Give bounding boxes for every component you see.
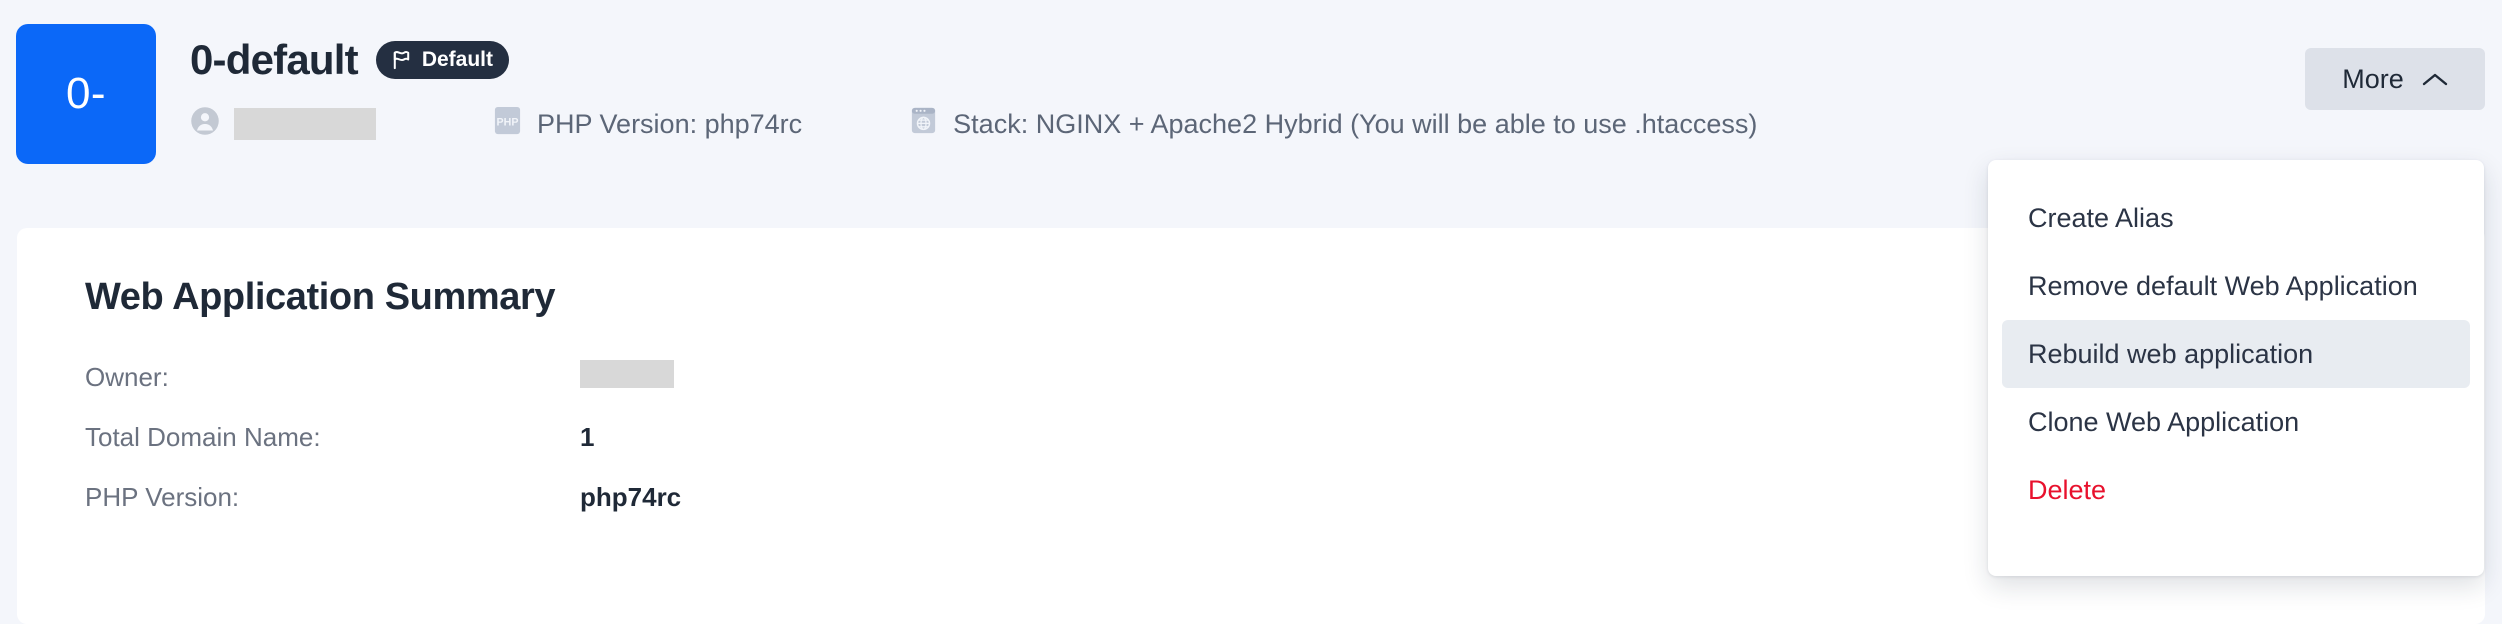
card-title: Web Application Summary <box>85 276 556 318</box>
summary-label: PHP Version: <box>85 481 240 512</box>
page-title: 0-default <box>190 36 359 83</box>
summary-row-owner: Owner: <box>85 353 1185 401</box>
globe-window-icon <box>908 105 939 143</box>
chevron-up-icon <box>2422 64 2448 95</box>
php-icon: PHP <box>492 105 523 143</box>
summary-value <box>580 359 674 395</box>
summary-value: php74rc <box>580 481 682 512</box>
app-logo: 0- <box>16 24 156 164</box>
meta-stack-label: Stack: NGINX + Apache2 Hybrid (You will … <box>953 108 1758 139</box>
menu-item-rebuild-web-application[interactable]: Rebuild web application <box>2002 320 2470 388</box>
summary-value: 1 <box>580 421 595 452</box>
summary-row-total-domain-name: Total Domain Name: 1 <box>85 413 1185 461</box>
title-row: 0-default Default <box>190 36 1757 84</box>
menu-item-label: Remove default Web Application <box>2028 270 2418 301</box>
more-dropdown-menu: Create Alias Remove default Web Applicat… <box>1988 160 2484 576</box>
more-button-label: More <box>2342 63 2404 94</box>
menu-item-create-alias[interactable]: Create Alias <box>2002 184 2470 252</box>
menu-item-clone-web-application[interactable]: Clone Web Application <box>2002 388 2470 456</box>
menu-item-delete[interactable]: Delete <box>2002 456 2470 524</box>
status-badge-label: Default <box>421 48 494 71</box>
menu-item-label: Clone Web Application <box>2028 406 2300 437</box>
menu-item-label: Delete <box>2028 474 2107 505</box>
svg-text:PHP: PHP <box>497 116 519 128</box>
summary-label: Total Domain Name: <box>85 421 321 452</box>
meta-php-version-label: PHP Version: php74rc <box>537 108 803 139</box>
meta-stack: Stack: NGINX + Apache2 Hybrid (You will … <box>908 105 1757 143</box>
flag-icon <box>390 48 413 71</box>
owner-redacted-value <box>234 108 376 140</box>
summary-label: Owner: <box>85 361 169 392</box>
meta-php-version: PHP PHP Version: php74rc <box>492 105 802 143</box>
owner-redacted-value <box>580 359 674 388</box>
header-title-block: 0-default Default PHP PHP Version: php74… <box>190 36 1757 142</box>
meta-owner <box>190 106 376 143</box>
more-button[interactable]: More <box>2305 48 2485 110</box>
summary-list: Owner: Total Domain Name: 1 PHP Version:… <box>85 353 1185 533</box>
summary-row-php-version: PHP Version: php74rc <box>85 473 1185 521</box>
menu-item-label: Create Alias <box>2028 202 2174 233</box>
user-icon <box>190 106 220 143</box>
status-badge: Default <box>375 41 510 79</box>
menu-item-remove-default-web-application[interactable]: Remove default Web Application <box>2002 252 2470 320</box>
menu-item-label: Rebuild web application <box>2028 338 2314 369</box>
header-meta-row: PHP PHP Version: php74rc Stack: NGINX + … <box>190 106 1757 142</box>
